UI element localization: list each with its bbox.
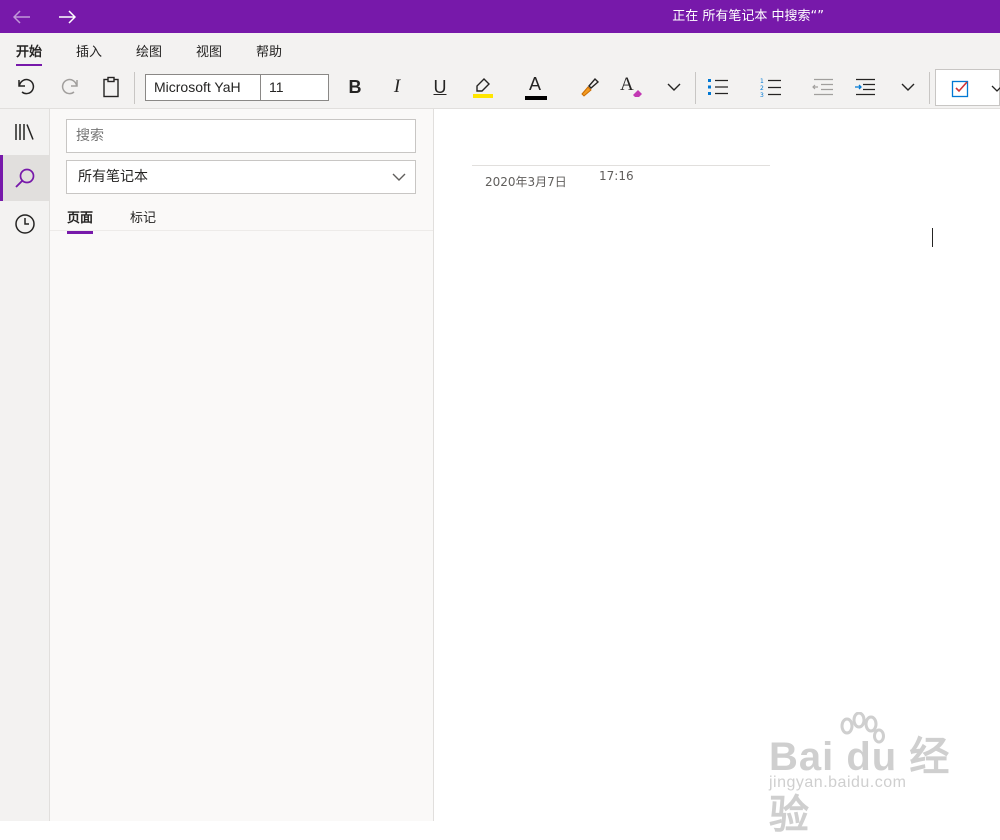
search-icon bbox=[14, 168, 34, 188]
highlighter-icon bbox=[473, 78, 493, 98]
underline-icon: U bbox=[433, 76, 447, 97]
undo-button[interactable] bbox=[12, 66, 42, 108]
toolbar-separator bbox=[695, 72, 696, 104]
font-color-button[interactable]: A bbox=[520, 66, 552, 108]
chevron-down-icon bbox=[667, 83, 681, 91]
window-title: 正在 所有笔记本 中搜索“” bbox=[672, 9, 824, 24]
toolbar-separator bbox=[929, 72, 930, 104]
format-painter-icon bbox=[581, 77, 600, 97]
svg-text:1: 1 bbox=[760, 78, 764, 85]
ribbon-toolbar: Microsoft YaH 11 B I U A A 123 bbox=[0, 66, 1000, 109]
styles-button[interactable]: A bbox=[615, 66, 647, 108]
search-input[interactable] bbox=[66, 119, 416, 153]
chevron-down-icon bbox=[392, 173, 406, 181]
font-size-value: 11 bbox=[269, 79, 284, 95]
highlight-button[interactable] bbox=[467, 66, 499, 108]
forward-button[interactable] bbox=[47, 0, 87, 33]
indent-icon bbox=[855, 78, 875, 96]
todo-checkbox-icon bbox=[951, 80, 969, 98]
pane-divider bbox=[50, 230, 433, 231]
chevron-down-icon bbox=[901, 83, 915, 91]
text-format-more-button[interactable] bbox=[662, 66, 686, 108]
bold-icon: B bbox=[348, 76, 362, 97]
italic-button[interactable]: I bbox=[382, 66, 412, 108]
tab-insert[interactable]: 插入 bbox=[76, 41, 102, 60]
font-name-box[interactable]: Microsoft YaH bbox=[145, 74, 261, 101]
paragraph-more-button[interactable] bbox=[896, 66, 920, 108]
page-title-field[interactable] bbox=[472, 165, 770, 166]
redo-button[interactable] bbox=[54, 66, 84, 108]
search-scope-value: 所有笔记本 bbox=[78, 169, 148, 185]
tab-help[interactable]: 帮助 bbox=[256, 41, 282, 60]
page-time: 17:16 bbox=[599, 169, 634, 183]
svg-text:3: 3 bbox=[760, 92, 764, 97]
arrow-left-icon bbox=[13, 9, 30, 24]
font-size-box[interactable]: 11 bbox=[260, 74, 329, 101]
watermark: Bai du 经验 jingyan.baidu.com bbox=[765, 712, 985, 837]
redo-icon bbox=[61, 78, 78, 95]
bullet-list-icon bbox=[708, 79, 728, 95]
arrow-right-icon bbox=[59, 9, 76, 24]
navigation-rail bbox=[0, 109, 50, 821]
clipboard-icon bbox=[103, 76, 119, 98]
rail-recent[interactable] bbox=[0, 201, 49, 247]
tab-view[interactable]: 视图 bbox=[196, 41, 222, 60]
eraser-icon bbox=[633, 90, 642, 97]
bold-button[interactable]: B bbox=[340, 66, 370, 108]
bullets-button[interactable] bbox=[702, 66, 734, 108]
text-cursor bbox=[932, 228, 933, 247]
svg-text:2: 2 bbox=[760, 85, 764, 92]
font-name-value: Microsoft YaH bbox=[154, 79, 241, 95]
ribbon-tabs: 开始 插入 绘图 视图 帮助 bbox=[0, 33, 1000, 67]
tab-home[interactable]: 开始 bbox=[16, 41, 43, 67]
outdent-icon bbox=[812, 78, 833, 96]
tab-tags[interactable]: 标记 bbox=[130, 207, 156, 226]
toolbar-separator bbox=[134, 72, 135, 104]
back-button[interactable] bbox=[2, 0, 42, 33]
decrease-indent-button[interactable] bbox=[807, 66, 839, 108]
increase-indent-button[interactable] bbox=[849, 66, 881, 108]
paste-button[interactable] bbox=[96, 66, 126, 108]
numbered-list-icon: 123 bbox=[760, 78, 781, 97]
page-date: 2020年3月7日 bbox=[485, 175, 567, 189]
search-pane: 所有笔记本 页面 标记 bbox=[50, 109, 434, 821]
title-bar: 正在 所有笔记本 中搜索“” bbox=[0, 0, 1000, 33]
undo-icon bbox=[18, 78, 35, 95]
tab-pages[interactable]: 页面 bbox=[67, 207, 94, 234]
notebooks-icon bbox=[14, 124, 34, 140]
numbering-button[interactable]: 123 bbox=[755, 66, 787, 108]
tab-draw[interactable]: 绘图 bbox=[136, 41, 162, 60]
font-color-icon: A bbox=[529, 74, 542, 94]
watermark-url: jingyan.baidu.com bbox=[769, 774, 907, 791]
rail-search[interactable] bbox=[0, 155, 49, 201]
format-painter-button[interactable] bbox=[574, 66, 604, 108]
tag-gallery[interactable] bbox=[935, 69, 1000, 106]
recent-clock-icon bbox=[14, 214, 35, 234]
search-scope-dropdown[interactable]: 所有笔记本 bbox=[66, 160, 416, 194]
underline-button[interactable]: U bbox=[425, 66, 455, 108]
rail-notebooks[interactable] bbox=[0, 109, 49, 155]
chevron-down-icon bbox=[991, 85, 1000, 92]
italic-icon: I bbox=[393, 76, 401, 97]
